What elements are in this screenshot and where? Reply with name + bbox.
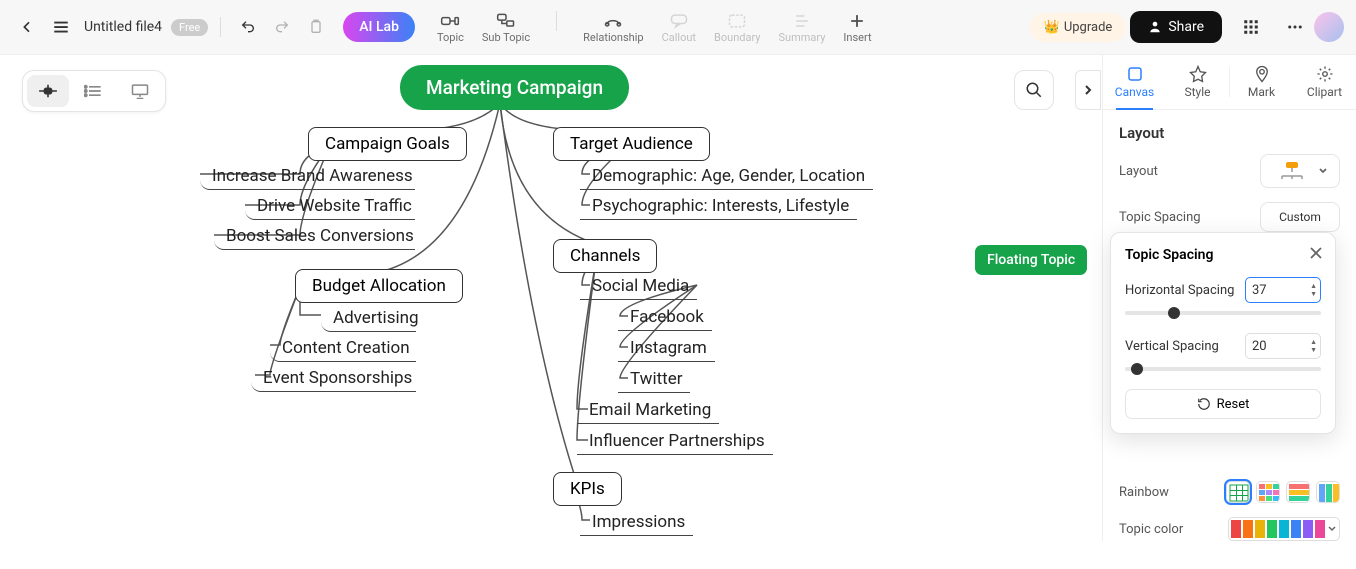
menu-icon[interactable] <box>46 12 76 42</box>
floating-topic[interactable]: Floating Topic <box>975 245 1087 275</box>
rainbow-options <box>1226 481 1340 503</box>
node-campaign-goals[interactable]: Campaign Goals <box>308 127 467 161</box>
leaf[interactable]: Drive Website Traffic <box>245 193 415 220</box>
more-icon[interactable] <box>1280 12 1310 42</box>
rainbow-option-4[interactable] <box>1316 481 1340 503</box>
leaf[interactable]: Influencer Partnerships <box>577 428 773 455</box>
node-kpis[interactable]: KPIs <box>553 472 622 506</box>
root-node[interactable]: Marketing Campaign <box>400 65 629 110</box>
topic-spacing-label: Topic Spacing <box>1119 210 1201 225</box>
insert-tool[interactable]: Insert <box>843 11 871 44</box>
tab-clipart[interactable]: Clipart <box>1293 55 1356 109</box>
close-icon[interactable] <box>1309 245 1323 264</box>
panel-tabs: Canvas Style Mark Clipart <box>1103 55 1356 110</box>
tab-canvas[interactable]: Canvas <box>1103 55 1166 109</box>
share-button[interactable]: Share <box>1130 11 1222 43</box>
leaf[interactable]: Increase Brand Awareness <box>200 163 415 190</box>
leaf[interactable]: Instagram <box>618 335 715 362</box>
search-button[interactable] <box>1014 70 1054 110</box>
node-target-audience[interactable]: Target Audience <box>553 127 710 161</box>
leaf[interactable]: Advertising <box>321 305 416 332</box>
apps-icon[interactable] <box>1236 12 1266 42</box>
connectors <box>0 55 1102 541</box>
canvas[interactable]: Marketing Campaign Floating Topic Campai… <box>0 55 1102 541</box>
divider <box>220 17 221 37</box>
free-badge: Free <box>171 19 208 36</box>
crown-icon: 👑 <box>1044 20 1060 35</box>
back-icon[interactable] <box>12 12 42 42</box>
leaf[interactable]: Boost Sales Conversions <box>214 223 415 250</box>
leaf[interactable]: Facebook <box>618 304 712 331</box>
leaf[interactable]: Event Sponsorships <box>251 365 416 392</box>
leaf[interactable]: Psychographic: Interests, Lifestyle <box>580 193 857 220</box>
paste-icon[interactable] <box>301 12 331 42</box>
redo-icon[interactable] <box>267 12 297 42</box>
horizontal-spacing-slider[interactable] <box>1125 311 1321 315</box>
topic-color-picker[interactable] <box>1228 517 1340 541</box>
mindmap-view-icon[interactable] <box>27 75 69 107</box>
vertical-spacing-slider[interactable] <box>1125 367 1321 371</box>
topic-tool[interactable]: Topic <box>437 11 464 44</box>
summary-tool[interactable]: Summary <box>779 11 826 44</box>
rainbow-option-2[interactable] <box>1256 481 1280 503</box>
callout-tool[interactable]: Callout <box>662 11 696 44</box>
tool-group: Topic Sub Topic Relationship Callout Bou… <box>437 11 872 44</box>
tab-mark[interactable]: Mark <box>1230 55 1293 109</box>
divider <box>556 11 557 31</box>
rainbow-label: Rainbow <box>1119 485 1169 500</box>
popover-title: Topic Spacing <box>1125 247 1321 263</box>
leaf[interactable]: Impressions <box>580 509 693 536</box>
stepper-icon[interactable]: ▲▼ <box>1310 338 1317 354</box>
node-budget[interactable]: Budget Allocation <box>295 269 463 303</box>
undo-icon[interactable] <box>233 12 263 42</box>
rainbow-option-1[interactable] <box>1226 481 1250 503</box>
vertical-spacing-label: Vertical Spacing <box>1125 339 1219 354</box>
subtopic-tool[interactable]: Sub Topic <box>482 11 530 44</box>
stepper-icon[interactable]: ▲▼ <box>1310 282 1317 298</box>
layout-selector[interactable] <box>1260 154 1340 188</box>
horizontal-spacing-label: Horizontal Spacing <box>1125 283 1234 298</box>
reset-button[interactable]: Reset <box>1125 389 1321 419</box>
leaf[interactable]: Email Marketing <box>577 397 719 424</box>
outline-view-icon[interactable] <box>73 75 115 107</box>
topic-spacing-popover: Topic Spacing Horizontal Spacing 37▲▼ Ve… <box>1110 232 1336 434</box>
avatar[interactable] <box>1314 12 1344 42</box>
upgrade-button[interactable]: 👑Upgrade <box>1030 13 1127 42</box>
ai-lab-button[interactable]: AI Lab <box>343 12 415 42</box>
presentation-view-icon[interactable] <box>119 75 161 107</box>
top-toolbar: Untitled file4 Free AI Lab Topic Sub Top… <box>0 0 1356 55</box>
leaf[interactable]: Content Creation <box>270 335 416 362</box>
boundary-tool[interactable]: Boundary <box>714 11 760 44</box>
layout-label: Layout <box>1119 164 1158 179</box>
horizontal-spacing-input[interactable]: 37▲▼ <box>1245 277 1321 303</box>
topic-spacing-value[interactable]: Custom <box>1260 202 1340 232</box>
tab-style[interactable]: Style <box>1166 55 1229 109</box>
relationship-tool[interactable]: Relationship <box>583 11 643 44</box>
rainbow-option-3[interactable] <box>1286 481 1310 503</box>
section-title: Layout <box>1119 124 1340 142</box>
node-channels[interactable]: Channels <box>553 239 657 273</box>
leaf[interactable]: Demographic: Age, Gender, Location <box>580 163 873 190</box>
leaf[interactable]: Twitter <box>618 366 690 393</box>
leaf[interactable]: Social Media <box>580 273 697 300</box>
view-toggles <box>22 70 166 112</box>
filename[interactable]: Untitled file4 <box>84 19 162 35</box>
collapse-panel-icon[interactable] <box>1075 70 1101 110</box>
topic-color-label: Topic color <box>1119 522 1183 537</box>
vertical-spacing-input[interactable]: 20▲▼ <box>1245 333 1321 359</box>
